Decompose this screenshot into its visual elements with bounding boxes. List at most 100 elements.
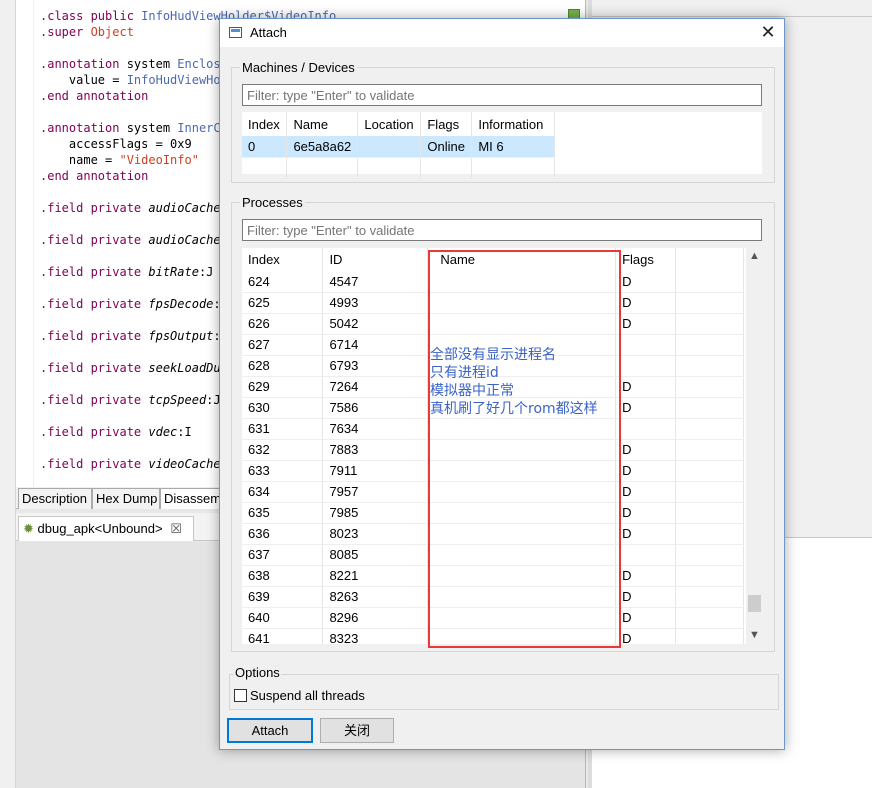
process-flags: D <box>615 397 677 419</box>
dialog-titlebar[interactable]: Attach ✕ <box>220 19 784 47</box>
processes-col-index[interactable]: Index <box>242 248 324 271</box>
scroll-down-icon[interactable]: ▼ <box>746 627 763 644</box>
process-id: 8296 <box>322 607 429 629</box>
close-button[interactable]: ✕ <box>752 19 784 47</box>
process-flags: D <box>615 586 677 608</box>
process-empty-cell <box>675 334 744 356</box>
process-id: 7985 <box>322 502 429 524</box>
process-flags: D <box>615 292 677 314</box>
process-empty-cell <box>675 544 744 566</box>
process-id: 7264 <box>322 376 429 398</box>
process-flags <box>615 355 677 377</box>
process-index: 636 <box>242 523 324 545</box>
suspend-threads-checkbox[interactable] <box>234 689 247 702</box>
close-icon[interactable]: ☒ <box>170 521 182 536</box>
process-flags: D <box>615 628 677 644</box>
scrollbar-thumb[interactable] <box>748 595 761 612</box>
process-index: 627 <box>242 334 324 356</box>
processes-scrollbar[interactable]: ▲ ▼ <box>746 248 763 644</box>
process-index: 631 <box>242 418 324 440</box>
process-flags: D <box>615 481 677 503</box>
processes-group-label: Processes <box>240 195 305 210</box>
process-empty-cell <box>675 418 744 440</box>
tab-disassembly[interactable]: Disassem <box>160 488 220 509</box>
process-index: 630 <box>242 397 324 419</box>
process-id: 7634 <box>322 418 429 440</box>
annotation-highlight-box <box>428 250 621 648</box>
machines-col-index[interactable]: Index <box>242 112 288 136</box>
process-flags: D <box>615 439 677 461</box>
tab-hex-dump[interactable]: Hex Dump <box>92 488 160 509</box>
options-label: Options <box>234 665 281 680</box>
code-line: .field private vdec:I <box>40 425 192 439</box>
code-line: .field private fpsOutput:F <box>40 329 228 343</box>
machines-col-name[interactable]: Name <box>286 112 359 136</box>
process-index: 638 <box>242 565 324 587</box>
process-flags: D <box>615 271 677 293</box>
processes-col-id[interactable]: ID <box>322 248 429 271</box>
machines-col-location[interactable]: Location <box>357 112 422 136</box>
process-empty-cell <box>675 607 744 629</box>
code-line: .field private audioCached <box>40 201 228 215</box>
code-line: value = InfoHudViewHol <box>40 73 228 87</box>
process-id: 8085 <box>322 544 429 566</box>
processes-filter-input[interactable] <box>242 219 762 241</box>
process-id: 6714 <box>322 334 429 356</box>
process-index: 634 <box>242 481 324 503</box>
process-flags: D <box>615 313 677 335</box>
process-id: 7957 <box>322 481 429 503</box>
machines-col-information[interactable]: Information <box>471 112 555 136</box>
process-flags: D <box>615 502 677 524</box>
process-id: 5042 <box>322 313 429 335</box>
process-empty-cell <box>675 523 744 545</box>
process-index: 624 <box>242 271 324 293</box>
process-empty-cell <box>675 481 744 503</box>
attach-dialog: Attach ✕ Machines / Devices Index Name L… <box>219 18 785 750</box>
machines-col-flags[interactable]: Flags <box>420 112 473 136</box>
code-line: .field private audioCached <box>40 233 228 247</box>
process-id: 7911 <box>322 460 429 482</box>
process-flags: D <box>615 607 677 629</box>
process-empty-cell <box>675 439 744 461</box>
machines-table: Index Name Location Flags Information 0 … <box>242 112 762 179</box>
process-flags: D <box>615 523 677 545</box>
tab-debug-apk[interactable]: ✹ dbug_apk<Unbound> ☒ <box>18 516 194 541</box>
device-index: 0 <box>242 136 288 158</box>
code-line: .super Object <box>40 25 134 39</box>
process-index: 635 <box>242 502 324 524</box>
code-line: .field private bitRate:J <box>40 265 214 279</box>
process-empty-cell <box>675 586 744 608</box>
device-name: 6e5a8a62 <box>286 136 359 158</box>
process-id: 8323 <box>322 628 429 644</box>
machines-filter-input[interactable] <box>242 84 762 106</box>
attach-button[interactable]: Attach <box>227 718 313 743</box>
process-id: 6793 <box>322 355 429 377</box>
process-empty-cell <box>675 271 744 293</box>
process-empty-cell <box>675 397 744 419</box>
process-index: 626 <box>242 313 324 335</box>
process-empty-cell <box>675 628 744 644</box>
device-row[interactable]: 0 6e5a8a62 Online MI 6 <box>242 136 555 158</box>
empty-row <box>242 157 555 179</box>
process-index: 641 <box>242 628 324 644</box>
process-id: 7883 <box>322 439 429 461</box>
process-id: 4547 <box>322 271 429 293</box>
bug-icon: ✹ <box>23 521 34 536</box>
process-empty-cell <box>675 376 744 398</box>
processes-col-flags[interactable]: Flags <box>615 248 677 271</box>
scroll-up-icon[interactable]: ▲ <box>746 248 763 265</box>
close-dialog-button[interactable]: 关闭 <box>320 718 394 743</box>
suspend-threads-label[interactable]: Suspend all threads <box>250 688 365 703</box>
device-information: MI 6 <box>471 136 555 158</box>
window-icon <box>229 27 242 38</box>
process-id: 8263 <box>322 586 429 608</box>
machines-group-label: Machines / Devices <box>240 60 357 75</box>
process-flags: D <box>615 460 677 482</box>
code-line: .end annotation <box>40 169 149 183</box>
process-empty-cell <box>675 460 744 482</box>
code-line: accessFlags = 0x9 <box>40 137 192 151</box>
process-index: 640 <box>242 607 324 629</box>
code-line: name = "VideoInfo" <box>40 153 199 167</box>
process-id: 7586 <box>322 397 429 419</box>
tab-description[interactable]: Description <box>18 488 92 509</box>
